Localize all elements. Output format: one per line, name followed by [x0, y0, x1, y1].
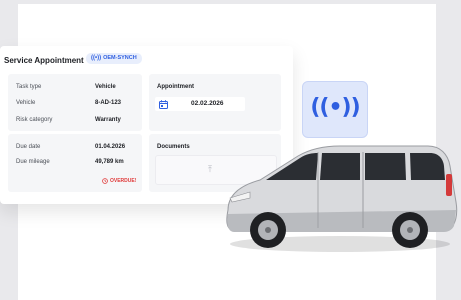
page-title: Service Appointment — [4, 56, 84, 65]
overdue-status: OVERDUE! — [102, 178, 136, 184]
task-type-label: Task type — [16, 84, 42, 90]
task-type-value: Vehicle — [95, 84, 116, 90]
due-date-value: 01.04.2026 — [95, 144, 126, 150]
clock-icon — [102, 178, 108, 184]
appointment-date-field[interactable]: 02.02.2026 — [155, 97, 245, 111]
due-date-label: Due date — [16, 144, 41, 150]
vehicle-value: 8-AD-123 — [95, 100, 122, 106]
due-mileage-value: 49,789 km — [95, 159, 124, 165]
badge-label: OEM-SYNCH — [103, 55, 137, 61]
risk-category-label: Risk category — [16, 117, 53, 123]
risk-category-value: Warranty — [95, 117, 121, 123]
broadcast-icon: ((•)) — [91, 55, 102, 61]
appointment-title: Appointment — [157, 84, 194, 90]
appointment-date-value: 02.02.2026 — [191, 100, 224, 107]
upload-icon: ⤒ — [208, 164, 212, 174]
broadcast-signal-icon: ((•)) — [310, 95, 360, 120]
due-mileage-label: Due mileage — [16, 159, 50, 165]
overdue-label: OVERDUE! — [110, 178, 137, 184]
oem-synch-badge: ((•)) OEM-SYNCH — [86, 53, 142, 64]
van-image — [226, 145, 458, 252]
vehicle-label: Vehicle — [16, 100, 36, 106]
calendar-icon — [159, 100, 168, 109]
documents-title: Documents — [157, 144, 190, 150]
